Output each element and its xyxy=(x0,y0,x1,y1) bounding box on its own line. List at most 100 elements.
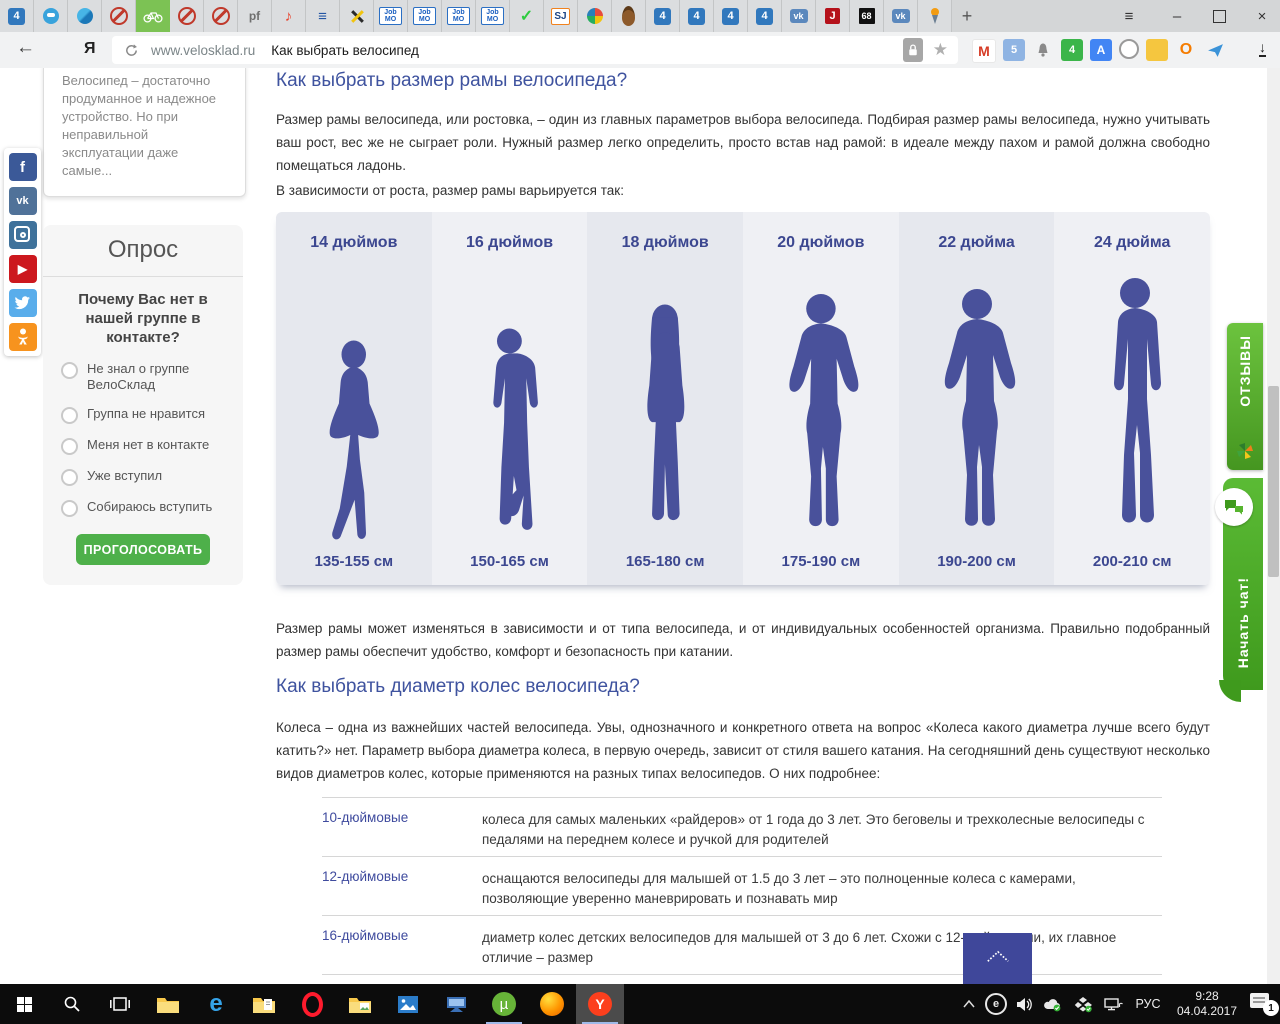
tab-ball[interactable] xyxy=(68,0,102,32)
eset-tray-icon[interactable]: e xyxy=(982,984,1010,1024)
tab-chat[interactable] xyxy=(34,0,68,32)
chat-label: Начать чат! xyxy=(1235,576,1251,668)
new-tab-button[interactable]: + xyxy=(952,0,982,32)
shield-extension-icon[interactable]: 4 xyxy=(1061,39,1083,61)
poll-option[interactable]: Собираюсь вступить xyxy=(61,499,243,517)
tab-blocked-2[interactable] xyxy=(170,0,204,32)
action-center-button[interactable]: 1 xyxy=(1246,984,1280,1024)
radio-button[interactable] xyxy=(61,438,78,455)
yandex-logo[interactable]: Я xyxy=(84,40,96,58)
poll-option[interactable]: Не знал о группе ВелоСклад xyxy=(61,361,243,393)
poll-option[interactable]: Уже вступил xyxy=(61,468,243,486)
scrollbar-thumb[interactable] xyxy=(1268,386,1279,577)
instagram-icon[interactable] xyxy=(8,221,37,249)
radio-button[interactable] xyxy=(61,407,78,424)
cloud-extension-icon[interactable]: 5 xyxy=(1003,39,1025,61)
tab-job-mo-3[interactable]: Job MO xyxy=(442,0,476,32)
tab-check[interactable]: ✓ xyxy=(510,0,544,32)
minimize-button[interactable]: – xyxy=(1165,8,1189,25)
wheel-size-link[interactable]: 12-дюймовые xyxy=(322,863,482,909)
tray-expand-button[interactable] xyxy=(956,984,982,1024)
poll-option[interactable]: Меня нет в контакте xyxy=(61,437,243,455)
tab-superjob[interactable]: SJ xyxy=(544,0,578,32)
tab-job-mo-4[interactable]: Job MO xyxy=(476,0,510,32)
tab-tools[interactable] xyxy=(340,0,374,32)
pictures-folder-button[interactable] xyxy=(336,984,384,1024)
bell-extension-icon[interactable] xyxy=(1032,39,1054,61)
task-view-button[interactable] xyxy=(96,984,144,1024)
tab-yandex-music[interactable]: ♪ xyxy=(272,0,306,32)
twitter-icon[interactable] xyxy=(8,289,37,317)
sync-client-tray-icon[interactable] xyxy=(1068,984,1098,1024)
lock-icon[interactable] xyxy=(902,38,923,62)
tab-blocked-1[interactable] xyxy=(102,0,136,32)
tab-j-music[interactable]: J xyxy=(816,0,850,32)
sidebar-article-snippet[interactable]: Велосипед – достаточно продуманное и над… xyxy=(43,68,246,197)
poll-option[interactable]: Группа не нравится xyxy=(61,406,243,424)
tab-4pda-4[interactable]: 4 xyxy=(714,0,748,32)
maximize-button[interactable] xyxy=(1213,9,1226,23)
cloud-sync-tray-icon[interactable] xyxy=(1038,984,1068,1024)
vk-icon[interactable]: vk xyxy=(8,187,37,215)
notes-extension-icon[interactable] xyxy=(1146,39,1168,61)
tab-4pda-2[interactable]: 4 xyxy=(646,0,680,32)
file-explorer-button[interactable] xyxy=(144,984,192,1024)
wheel-size-link[interactable]: 10-дюймовые xyxy=(322,804,482,850)
drop-extension-icon[interactable] xyxy=(1119,39,1139,59)
refresh-icon[interactable] xyxy=(124,43,139,58)
network-tray-icon[interactable] xyxy=(1098,984,1128,1024)
wheel-size-link[interactable]: 16-дюймовые xyxy=(322,922,482,968)
close-button[interactable]: × xyxy=(1250,8,1274,25)
tab-velosklad-active[interactable] xyxy=(136,0,170,32)
tab-job-mo-2[interactable]: Job MO xyxy=(408,0,442,32)
youtube-icon[interactable]: ▶ xyxy=(8,255,37,283)
poll-option-label: Собираюсь вступить xyxy=(87,499,213,514)
tab-job-mo-1[interactable]: Job MO xyxy=(374,0,408,32)
tab-vk-2[interactable]: vk xyxy=(884,0,918,32)
tab-book[interactable]: ≡ xyxy=(306,0,340,32)
taskbar-clock[interactable]: 9:28 04.04.2017 xyxy=(1168,984,1246,1024)
opera-button[interactable] xyxy=(288,984,336,1024)
start-button[interactable] xyxy=(0,984,48,1024)
gmail-extension-icon[interactable]: M xyxy=(972,39,996,63)
edge-button[interactable]: e xyxy=(192,984,240,1024)
tab-4pda-5[interactable]: 4 xyxy=(748,0,782,32)
tab-vk-1[interactable]: vk xyxy=(782,0,816,32)
firefox-button[interactable] xyxy=(528,984,576,1024)
radio-button[interactable] xyxy=(61,469,78,486)
documents-folder-button[interactable] xyxy=(240,984,288,1024)
site-url[interactable]: www.velosklad.ru xyxy=(151,43,255,58)
magnet-extension-icon[interactable]: O xyxy=(1175,39,1197,61)
radio-button[interactable] xyxy=(61,362,78,379)
facebook-icon[interactable]: f xyxy=(8,153,37,181)
tab-blocked-3[interactable] xyxy=(204,0,238,32)
vote-button[interactable]: ПРОГОЛОСОВАТЬ xyxy=(76,534,210,565)
tab-torch[interactable] xyxy=(918,0,952,32)
download-icon[interactable]: ↓ xyxy=(1259,40,1266,57)
taskbar-search-button[interactable] xyxy=(48,984,96,1024)
url-input[interactable]: www.velosklad.ru Как выбрать велосипед ★ xyxy=(112,36,958,64)
photos-app-button[interactable] xyxy=(384,984,432,1024)
tab-colors[interactable] xyxy=(578,0,612,32)
tab-club-68[interactable]: 68 xyxy=(850,0,884,32)
radio-button[interactable] xyxy=(61,500,78,517)
translate-extension-icon[interactable]: А xyxy=(1090,39,1112,61)
language-indicator[interactable]: РУС xyxy=(1128,984,1168,1024)
tab-4pda-3[interactable]: 4 xyxy=(680,0,714,32)
utorrent-button[interactable]: µ xyxy=(480,984,528,1024)
plane-extension-icon[interactable] xyxy=(1204,39,1226,61)
browser-menu-icon[interactable]: ≡ xyxy=(1117,8,1141,25)
volume-tray-icon[interactable] xyxy=(1010,984,1038,1024)
tab-pf[interactable]: pf xyxy=(238,0,272,32)
scroll-to-top-button[interactable] xyxy=(963,933,1032,984)
odnoklassniki-icon[interactable] xyxy=(8,323,37,351)
tab-4pda[interactable]: 4 xyxy=(0,0,34,32)
reviews-tab[interactable]: ОТЗЫВЫ xyxy=(1227,323,1263,470)
bookmark-star-icon[interactable]: ★ xyxy=(933,40,948,60)
tab-acorn[interactable] xyxy=(612,0,646,32)
back-button[interactable]: ← xyxy=(16,37,35,59)
yandex-browser-button[interactable]: Y xyxy=(576,984,624,1024)
chat-widget[interactable]: Начать чат! xyxy=(1215,478,1263,702)
pc-display-button[interactable] xyxy=(432,984,480,1024)
pictures-folder-icon xyxy=(349,997,371,1013)
